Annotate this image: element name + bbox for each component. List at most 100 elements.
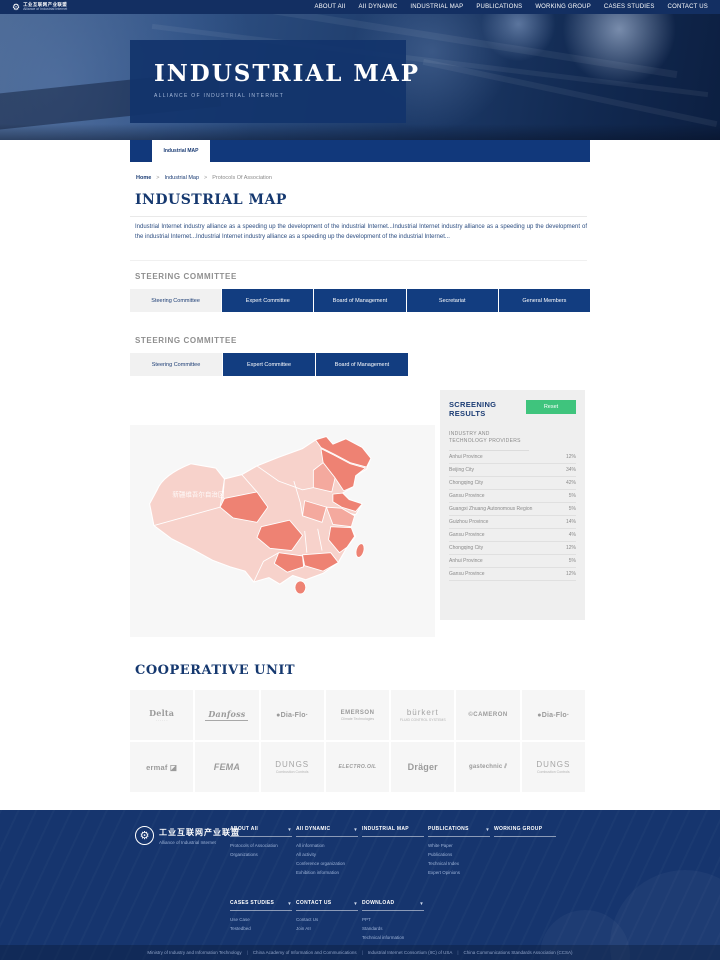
nav-item-about[interactable]: ABOUT AII xyxy=(315,4,346,10)
intro-paragraph: Industrial Internet industry alliance as… xyxy=(135,222,587,242)
section-heading-steering-1: STEERING COMMITTEE xyxy=(135,272,237,281)
section-heading-steering-2: STEERING COMMITTEE xyxy=(135,336,237,345)
footer-link[interactable]: Organizations xyxy=(230,852,292,857)
partner-logo-delta[interactable]: Delta · · · · · · xyxy=(130,690,193,740)
tab-board-of-management[interactable]: Board of Management xyxy=(316,353,408,376)
section-strip: Industrial MAP xyxy=(130,140,590,162)
partner-logo-gastechnic[interactable]: gastechnic ⫽ xyxy=(456,742,519,792)
tab-steering-committee[interactable]: Steering Committee xyxy=(130,289,221,312)
partner-logo-drager[interactable]: Dräger xyxy=(391,742,454,792)
region-value: 14% xyxy=(566,519,576,525)
footer-link[interactable]: Protocols of Association xyxy=(230,843,292,848)
footer-brand-logo[interactable]: ⚙ 工业互联网产业联盟 Alliance of Industrial Inter… xyxy=(135,826,240,845)
footer-link[interactable]: Technical Index xyxy=(428,861,490,866)
footer-link[interactable]: Technical information xyxy=(362,935,424,940)
footer-link[interactable]: PPT xyxy=(362,917,424,922)
partner-logo-ermaf[interactable]: ermaf ◪ xyxy=(130,742,193,792)
chevron-down-icon: ▼ xyxy=(419,901,424,906)
screening-results-panel: SCREENING RESULTS Reset INDUSTRY AND TEC… xyxy=(440,390,585,620)
screening-row: Anhui Province 12% xyxy=(449,451,576,464)
footer-link[interactable]: Join AII xyxy=(296,926,358,931)
partner-logo-dia-flo[interactable]: ●Dia-Flo· xyxy=(522,690,585,740)
partner-logo-cameron[interactable]: ©CAMERON xyxy=(456,690,519,740)
hero-title: INDUSTRIAL MAP xyxy=(154,60,406,87)
footer-link[interactable]: White Paper xyxy=(428,843,490,848)
partner-logo-dia-flo[interactable]: ●Dia-Flo· xyxy=(261,690,324,740)
footer-col-dynamic: AII DYNAMIC ▼ All information All activi… xyxy=(296,826,358,875)
partner-logo-dungs[interactable]: DUNGS Combustion Controls xyxy=(522,742,585,792)
gear-logo-icon: ⚙ xyxy=(135,826,154,845)
china-map: 新疆维吾尔自治区 xyxy=(142,433,424,629)
footer-brand-zh: 工业互联网产业联盟 xyxy=(159,827,240,838)
footer-link[interactable]: Contact Us xyxy=(296,917,358,922)
screening-row: Guizhou Province 14% xyxy=(449,516,576,529)
tab-board-of-management[interactable]: Board of Management xyxy=(314,289,405,312)
footer-link[interactable]: Standards xyxy=(362,926,424,931)
partner-logo-burkert[interactable]: bürkert FLUID CONTROL SYSTEMS xyxy=(391,690,454,740)
footer-link[interactable]: Conference organization xyxy=(296,861,358,866)
breadcrumb-industrial-map[interactable]: Industrial Map xyxy=(165,175,200,181)
footer-bottom-bar: Ministry of Industry and Information Tec… xyxy=(0,945,720,960)
nav-item-working-group[interactable]: WORKING GROUP xyxy=(535,4,591,10)
footer-col-download: DOWNLOAD ▼ PPT Standards Technical infor… xyxy=(362,900,424,940)
partner-logo-electro-oil[interactable]: ELECTRO.OIL xyxy=(326,742,389,792)
footer-link[interactable]: All information xyxy=(296,843,358,848)
nav-item-dynamic[interactable]: AII DYNAMIC xyxy=(359,4,398,10)
region-name: Anhui Province xyxy=(449,454,483,460)
footer-partner-link[interactable]: Industrial Internet Consortium (IIC) of … xyxy=(368,950,453,955)
chevron-down-icon: ▼ xyxy=(287,827,292,832)
partner-logo-dungs[interactable]: DUNGS Combustion Controls xyxy=(261,742,324,792)
screening-row: Beijing City 34% xyxy=(449,464,576,477)
province-hainan[interactable] xyxy=(294,581,305,594)
map-label-xinjiang: 新疆维吾尔自治区 xyxy=(172,489,225,498)
region-value: 42% xyxy=(566,480,576,486)
footer-link[interactable]: Use Case xyxy=(230,917,292,922)
region-value: 5% xyxy=(569,506,576,512)
region-name: Beijing City xyxy=(449,467,474,473)
region-value: 5% xyxy=(569,493,576,499)
tab-steering-committee[interactable]: Steering Committee xyxy=(130,353,222,376)
region-value: 4% xyxy=(569,532,576,538)
partner-logo-fema[interactable]: FEMA xyxy=(195,742,258,792)
region-value: 12% xyxy=(566,545,576,551)
footer-link[interactable]: Expert Opinions xyxy=(428,870,490,875)
partner-logo-emerson[interactable]: EMERSON Climate Technologies xyxy=(326,690,389,740)
footer-partner-link[interactable]: Ministry of Industry and Information Tec… xyxy=(147,950,241,955)
gear-logo-icon: ⚙ xyxy=(12,3,20,12)
chevron-down-icon: ▼ xyxy=(353,827,358,832)
footer-partner-link[interactable]: China Academy of Information and Communi… xyxy=(253,950,357,955)
footer-link[interactable]: Publications xyxy=(428,852,490,857)
region-value: 5% xyxy=(569,558,576,564)
province-taiwan[interactable] xyxy=(354,543,365,559)
footer-link[interactable]: Testedbed xyxy=(230,926,292,931)
nav-item-contact[interactable]: CONTACT US xyxy=(668,4,708,10)
nav-item-industrial-map[interactable]: INDUSTRIAL MAP xyxy=(410,4,463,10)
hero-subtitle: ALLIANCE OF INDUSTRIAL INTERNET xyxy=(154,93,406,99)
tab-general-members[interactable]: General Members xyxy=(499,289,590,312)
footer-link[interactable]: Exhibition information xyxy=(296,870,358,875)
chevron-down-icon: ▼ xyxy=(485,827,490,832)
screening-row: Gansu Province 4% xyxy=(449,529,576,542)
brand-logo[interactable]: ⚙ 工业互联网产业联盟 Alliance of Industrial Inter… xyxy=(12,3,67,12)
strip-tab-industrial-map[interactable]: Industrial MAP xyxy=(152,140,210,162)
region-value: 12% xyxy=(566,454,576,460)
screening-row: Chongqing City 12% xyxy=(449,542,576,555)
footer-link[interactable]: All activity xyxy=(296,852,358,857)
divider xyxy=(130,216,587,217)
china-map-container: 新疆维吾尔自治区 xyxy=(130,425,435,637)
tab-expert-committee[interactable]: Expert Committee xyxy=(222,289,313,312)
reset-button[interactable]: Reset xyxy=(526,400,576,414)
breadcrumb-home[interactable]: Home xyxy=(136,175,151,181)
footer: ⚙ 工业互联网产业联盟 Alliance of Industrial Inter… xyxy=(0,810,720,960)
screening-row: Anhui Province 5% xyxy=(449,555,576,568)
nav-item-publications[interactable]: PUBLICATIONS xyxy=(476,4,522,10)
partner-logo-danfoss[interactable]: Danfoss xyxy=(195,690,258,740)
footer-partner-link[interactable]: China Communications Standards Associati… xyxy=(464,950,573,955)
divider xyxy=(130,260,587,261)
screening-row: Chongqing City 42% xyxy=(449,477,576,490)
region-value: 12% xyxy=(566,571,576,577)
region-name: Gansu Province xyxy=(449,571,485,577)
tab-secretariat[interactable]: Secretariat xyxy=(407,289,498,312)
nav-item-cases-studies[interactable]: CASES STUDIES xyxy=(604,4,655,10)
tab-expert-committee[interactable]: Expert Committee xyxy=(223,353,315,376)
